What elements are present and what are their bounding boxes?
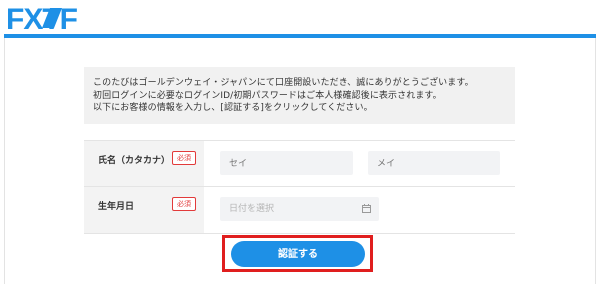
required-badge: 必須: [172, 197, 196, 211]
calendar-icon: [362, 204, 371, 213]
info-line-3: 以下にお客様の情報を入力し、[認証する]をクリックしてください。: [93, 103, 373, 113]
name-kana-label: 氏名（カタカナ）: [98, 156, 171, 166]
frame-border-right: [595, 38, 596, 284]
name-kana-label-cell: 氏名（カタカナ） 必須: [84, 141, 204, 187]
name-kana-row: 氏名（カタカナ） 必須: [84, 140, 515, 187]
mei-input[interactable]: [368, 151, 500, 175]
authenticate-button[interactable]: 認証する: [231, 241, 365, 267]
info-message: このたびはゴールデンウェイ・ジャパンにて口座開設いただき、誠にありがとうございま…: [84, 67, 515, 124]
info-line-2: 初回ログインに必要なログインID/初期パスワードはご本人様確認後に表示されます。: [93, 90, 442, 101]
birthdate-picker[interactable]: 日付を選択: [220, 197, 379, 221]
fxtf-logo: FXTF: [6, 4, 79, 32]
required-badge: 必須: [172, 151, 196, 165]
sei-input[interactable]: [220, 151, 353, 175]
birthdate-row: 生年月日 必須 日付を選択: [84, 186, 515, 234]
info-line-1: このたびはゴールデンウェイ・ジャパンにて口座開設いただき、誠にありがとうございま…: [93, 78, 474, 88]
birthdate-label: 生年月日: [98, 202, 135, 212]
frame-border-left: [4, 38, 5, 284]
header-divider: [4, 34, 596, 38]
birthdate-label-cell: 生年月日 必須: [84, 187, 204, 233]
header: FXTF: [0, 0, 600, 36]
svg-text:FXTF: FXTF: [6, 4, 78, 32]
birthdate-placeholder: 日付を選択: [229, 204, 275, 214]
